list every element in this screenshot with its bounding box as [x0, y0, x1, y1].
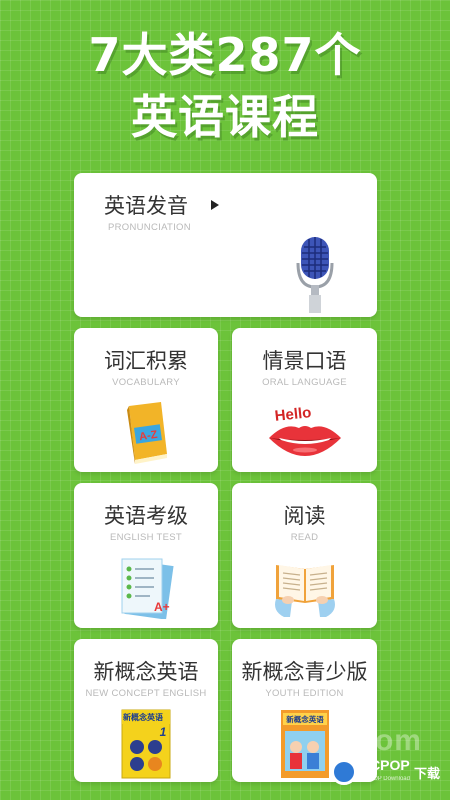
course-card-pronunciation[interactable]: 英语发音 PRONUNCIATION — [74, 173, 377, 317]
grade-label: A+ — [154, 600, 170, 614]
youth-edition-book-icon: 新概念英语 — [280, 710, 329, 778]
course-card-new-concept-english[interactable]: 新概念英语 NEW CONCEPT ENGLISH 新概念英语 1 — [74, 639, 218, 782]
course-title: 阅读 — [283, 504, 326, 528]
course-subtitle: VOCABULARY — [112, 377, 180, 388]
test-paper-icon: A+ — [121, 558, 174, 619]
book-title: 新概念英语 — [286, 714, 324, 724]
course-title: 词汇积累 — [104, 349, 188, 373]
course-title: 情景口语 — [262, 349, 347, 373]
book-label: A-Z — [138, 429, 158, 443]
watermark-ghost-text: 1.com — [330, 724, 422, 757]
watermark-brand-sub: PCPOP Download — [360, 776, 410, 782]
dictionary-book-icon: A-Z — [127, 402, 167, 464]
play-arrow-icon — [211, 200, 219, 210]
watermark-brand: PCPOP PCPOP Download — [361, 758, 410, 786]
pcpop-logo-icon — [330, 759, 357, 785]
new-concept-book-icon: 新概念英语 1 — [121, 709, 171, 779]
headline: 7大类287个 英语课程 — [0, 24, 450, 148]
course-card-english-test[interactable]: 英语考级 ENGLISH TEST A+ — [74, 483, 218, 628]
lips-icon: Hello — [268, 404, 341, 456]
headline-line-1: 7大类287个 — [88, 28, 362, 82]
course-subtitle: NEW CONCEPT ENGLISH — [85, 688, 207, 699]
speech-label: Hello — [273, 404, 311, 425]
open-book-icon — [274, 565, 335, 617]
microphone-icon — [296, 237, 334, 313]
watermark-download-text: 下载 — [413, 766, 440, 782]
course-card-vocabulary[interactable]: 词汇积累 VOCABULARY A-Z — [74, 328, 218, 472]
course-subtitle: PRONUNCIATION — [108, 222, 191, 233]
course-title: 新概念英语 — [93, 660, 199, 684]
course-title: 英语考级 — [104, 504, 188, 528]
course-card-read[interactable]: 阅读 READ — [232, 483, 377, 628]
course-subtitle: ORAL LANGUAGE — [262, 377, 347, 388]
watermark-brand-name: PCPOP — [360, 757, 410, 773]
course-subtitle: ENGLISH TEST — [109, 532, 183, 543]
course-subtitle: READ — [290, 532, 319, 543]
watermark: PCPOP PCPOP Download 下载 — [330, 758, 440, 786]
course-title: 新概念青少版 — [241, 660, 368, 684]
headline-line-2: 英语课程 — [131, 90, 319, 144]
book-number: 1 — [160, 725, 167, 739]
book-title: 新概念英语 — [123, 712, 163, 722]
course-title: 英语发音 — [104, 194, 188, 218]
course-card-oral-language[interactable]: 情景口语 ORAL LANGUAGE Hello — [232, 328, 377, 472]
course-subtitle: YOUTH EDITION — [265, 688, 344, 699]
